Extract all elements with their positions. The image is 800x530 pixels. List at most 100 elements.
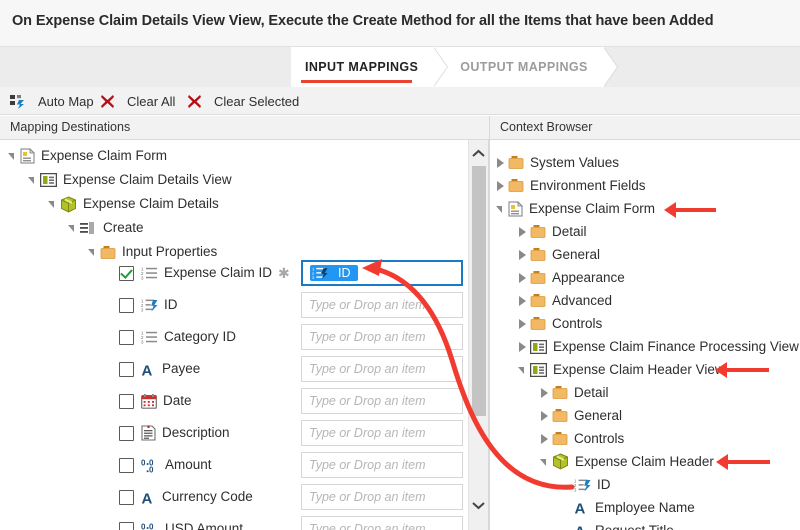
context-tree-node[interactable]: A Employee Name bbox=[490, 496, 695, 519]
expander-open-icon[interactable] bbox=[6, 149, 20, 163]
field-label: Expense Claim ID bbox=[164, 265, 273, 281]
context-tree-node[interactable]: Advanced bbox=[490, 289, 612, 312]
required-star-icon: ✱ bbox=[278, 264, 290, 281]
view-icon bbox=[39, 172, 58, 188]
mapping-drop-field[interactable]: Type or Drop an item bbox=[301, 484, 463, 510]
field-checkbox[interactable] bbox=[119, 361, 134, 377]
mapping-drop-field[interactable]: Type or Drop an item bbox=[301, 516, 463, 530]
expander-open-icon[interactable] bbox=[46, 197, 60, 211]
context-tree-node[interactable]: Expense Claim Finance Processing View bbox=[490, 335, 799, 358]
drop-field-placeholder: Type or Drop an item bbox=[309, 329, 426, 344]
left-panel-scrollbar[interactable] bbox=[468, 140, 488, 530]
mapping-field-row[interactable]: 1 2 3 Expense Claim ID ✱ 1 2 3 ID bbox=[0, 258, 488, 288]
tab-chevron-icon bbox=[433, 47, 448, 87]
expander-closed-icon[interactable] bbox=[516, 225, 530, 239]
context-tree-node[interactable]: General bbox=[490, 243, 600, 266]
field-checkbox[interactable] bbox=[119, 329, 134, 345]
expander-open-icon[interactable] bbox=[494, 202, 508, 216]
decimal-icon: 000 bbox=[141, 522, 159, 530]
field-label: USD Amount bbox=[165, 521, 244, 530]
svg-text:A: A bbox=[142, 362, 153, 377]
svg-text:0: 0 bbox=[141, 458, 146, 467]
expander-open-icon[interactable] bbox=[66, 221, 80, 235]
field-checkbox[interactable] bbox=[119, 393, 134, 409]
context-tree-node[interactable]: Environment Fields bbox=[490, 174, 646, 197]
context-browser-panel: System Values Environment Fields Expense C… bbox=[490, 140, 800, 530]
context-tree-node[interactable]: Controls bbox=[490, 312, 602, 335]
field-checkbox[interactable] bbox=[119, 265, 134, 281]
expander-open-icon[interactable] bbox=[516, 363, 530, 377]
context-tree-node[interactable]: Expense Claim Header bbox=[490, 450, 714, 473]
context-tree-node[interactable]: A Request Title bbox=[490, 519, 674, 530]
mapping-field-row[interactable]: A Currency Code Type or Drop an item bbox=[0, 482, 488, 512]
clear-all-button[interactable]: Clear All bbox=[100, 87, 175, 115]
tree-node[interactable]: Expense Claim Details View bbox=[0, 168, 488, 192]
context-tree-node[interactable]: Detail bbox=[490, 381, 609, 404]
expander-closed-icon[interactable] bbox=[494, 179, 508, 193]
context-tree-node-label: ID bbox=[597, 476, 611, 492]
field-checkbox[interactable] bbox=[119, 297, 134, 313]
mapping-field-row[interactable]: 0 0 0 Amount Type or Drop an item bbox=[0, 450, 488, 480]
context-tree-node[interactable]: Expense Claim Header View bbox=[490, 358, 725, 381]
scrollbar-thumb[interactable] bbox=[472, 166, 486, 416]
page-title: On Expense Claim Details View View, Exec… bbox=[12, 13, 714, 29]
tree-node[interactable]: Expense Claim Details bbox=[0, 192, 488, 216]
tree-node[interactable]: Create bbox=[0, 216, 488, 240]
mapping-field-row[interactable]: A Payee Type or Drop an item bbox=[0, 354, 488, 384]
expander-open-icon[interactable] bbox=[538, 455, 552, 469]
field-checkbox[interactable] bbox=[119, 425, 134, 441]
mapping-drop-field[interactable]: Type or Drop an item bbox=[301, 452, 463, 478]
mapped-value-token[interactable]: 1 2 3 ID bbox=[310, 265, 358, 281]
expander-closed-icon[interactable] bbox=[516, 248, 530, 262]
mapping-field-row[interactable]: Date Type or Drop an item bbox=[0, 386, 488, 416]
context-tree-node[interactable]: 1 2 3 ID bbox=[490, 473, 611, 496]
field-checkbox[interactable] bbox=[119, 457, 134, 473]
context-tree-node[interactable]: Appearance bbox=[490, 266, 625, 289]
mapping-field-row[interactable]: 1 2 3 ID Type or Drop an item bbox=[0, 290, 488, 320]
context-tree-node[interactable]: Controls bbox=[490, 427, 624, 450]
mapping-field-row[interactable]: 000 USD Amount Type or Drop an item bbox=[0, 514, 488, 530]
field-label: Date bbox=[163, 393, 192, 409]
mapping-drop-field[interactable]: Type or Drop an item bbox=[301, 420, 463, 446]
auto-map-button[interactable]: Auto Map bbox=[10, 87, 94, 115]
expander-closed-icon[interactable] bbox=[516, 294, 530, 308]
scroll-up-icon[interactable] bbox=[469, 142, 488, 164]
context-tree-node-label: General bbox=[574, 407, 623, 423]
clear-selected-button[interactable]: Clear Selected bbox=[187, 87, 299, 115]
mapping-drop-field[interactable]: Type or Drop an item bbox=[301, 292, 463, 318]
number-list-icon: 123 bbox=[141, 266, 158, 281]
tab-output-mappings[interactable]: OUTPUT MAPPINGS bbox=[434, 47, 618, 87]
tree-node[interactable]: Expense Claim Form bbox=[0, 144, 468, 168]
scroll-down-icon[interactable] bbox=[469, 494, 488, 516]
tab-input-mappings[interactable]: INPUT MAPPINGS bbox=[291, 47, 449, 87]
expander-open-icon[interactable] bbox=[26, 173, 40, 187]
field-checkbox[interactable] bbox=[119, 489, 134, 505]
expander-closed-icon[interactable] bbox=[538, 409, 552, 423]
mapping-drop-field[interactable]: 1 2 3 ID bbox=[301, 260, 463, 286]
context-tree-node[interactable]: Detail bbox=[490, 220, 587, 243]
token-autonumber-icon: 123 bbox=[312, 266, 328, 280]
mapping-editor-window: On Expense Claim Details View View, Exec… bbox=[0, 0, 800, 530]
expander-open-icon[interactable] bbox=[86, 245, 100, 259]
expander-closed-icon[interactable] bbox=[538, 386, 552, 400]
mapping-drop-field[interactable]: Type or Drop an item bbox=[301, 356, 463, 382]
expander-closed-icon[interactable] bbox=[538, 432, 552, 446]
context-tree-node[interactable]: System Values bbox=[490, 151, 619, 174]
tab-strip: INPUT MAPPINGS OUTPUT MAPPINGS bbox=[0, 47, 800, 87]
mapping-field-row[interactable]: 1 2 3 Category ID Type or Drop an item bbox=[0, 322, 488, 352]
tree-node-label: Create bbox=[103, 220, 144, 236]
object-icon bbox=[552, 453, 569, 470]
tree-node-label: Expense Claim Details bbox=[83, 196, 219, 212]
field-checkbox[interactable] bbox=[119, 521, 134, 530]
context-tree-node[interactable]: Expense Claim Form bbox=[490, 197, 655, 220]
mapping-drop-field[interactable]: Type or Drop an item bbox=[301, 388, 463, 414]
mapping-drop-field[interactable]: Type or Drop an item bbox=[301, 324, 463, 350]
expander-closed-icon[interactable] bbox=[516, 271, 530, 285]
context-browser-label: Context Browser bbox=[500, 120, 593, 134]
context-tree-node[interactable]: General bbox=[490, 404, 622, 427]
expander-closed-icon[interactable] bbox=[516, 340, 530, 354]
expander-closed-icon[interactable] bbox=[516, 317, 530, 331]
expander-closed-icon[interactable] bbox=[494, 156, 508, 170]
mapping-field-row[interactable]: Description Type or Drop an item bbox=[0, 418, 488, 448]
